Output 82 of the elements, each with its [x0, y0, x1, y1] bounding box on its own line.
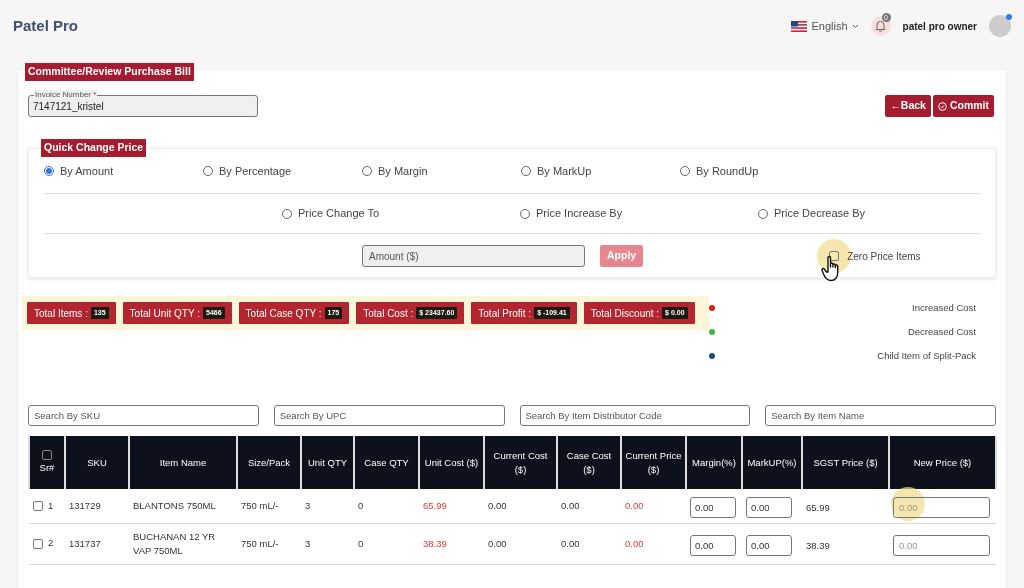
legend-label: Increased Cost [912, 300, 976, 315]
table-cell-text: BUCHANAN 12 YR VAP 750ML [133, 529, 217, 558]
method-option[interactable]: By MarkUp [521, 162, 680, 180]
row-checkbox[interactable] [33, 538, 43, 549]
table-cell-text: 0.00 [625, 536, 645, 551]
invoice-number-label: Invoice Number * [34, 90, 98, 99]
search-field[interactable]: Search By SKU [28, 405, 259, 426]
table-cell: 65.99 [806, 501, 830, 513]
row-number: 1 [48, 498, 54, 513]
legend-label: Child Item of Split-Pack [877, 348, 976, 363]
table-cell-text: 131729 [69, 498, 102, 513]
new-price-field[interactable]: 0.00 [893, 496, 990, 518]
markup-field[interactable]: 0.00 [746, 496, 792, 518]
table-cell-text: 0 [358, 498, 365, 513]
table-cell-text: 131737 [69, 536, 102, 551]
select-all-checkbox[interactable] [42, 450, 52, 460]
table-cell-text: 3 [305, 536, 312, 551]
column-header: Case Cost ($) [557, 436, 621, 489]
method-option[interactable]: By Percentage [203, 162, 362, 180]
table-cell-text: 0 [358, 536, 365, 551]
table-cell-text: BLANTONS 750ML [133, 498, 217, 513]
column-header: Margin(%) [686, 436, 742, 489]
column-header: Unit QTY [301, 436, 354, 489]
table-cell-text: 0.00 [561, 498, 581, 513]
table-cell-text: 0.00 [488, 536, 508, 551]
total-label: Total Cost : [363, 306, 414, 321]
table-cell-text: 750 mL/- [241, 536, 280, 551]
bell-icon [875, 20, 887, 32]
check-circle-icon [937, 101, 947, 111]
table-cell-text: 0.00 [488, 498, 508, 513]
search-field[interactable]: Search By Item Name [765, 405, 996, 426]
column-header: Unit Cost ($) [419, 436, 484, 489]
new-price-field[interactable]: 0.00 [893, 534, 990, 556]
search-field[interactable]: Search By Item Distributor Code [519, 405, 751, 426]
total-label: Total Discount : [590, 306, 660, 321]
total-label: Total Case QTY : [245, 306, 322, 321]
markup-field[interactable]: 0.00 [746, 534, 792, 556]
zero-price-label: Zero Price Items [847, 249, 921, 264]
method-option[interactable]: By RoundUp [680, 162, 839, 180]
column-header: Sr# [29, 436, 65, 489]
column-header: Item Name [129, 436, 237, 489]
table-cell-text: 3 [305, 498, 312, 513]
legend-label: Decreased Cost [907, 324, 976, 339]
row-checkbox[interactable] [33, 500, 43, 511]
column-header: Case QTY [354, 436, 419, 489]
column-header: SKU [65, 436, 129, 489]
language-selector[interactable]: English [791, 17, 859, 35]
column-header: SGST Price ($) [802, 436, 889, 489]
column-header: Size/Pack [237, 436, 301, 489]
chevron-down-icon [851, 23, 859, 29]
commit-button[interactable]: Commit [932, 95, 994, 117]
row-number: 2 [48, 536, 54, 551]
quick-change-title: Quick Change Price [41, 139, 147, 157]
back-button[interactable]: ←Back [885, 95, 931, 117]
page-title: Committee/Review Purchase Bill [25, 63, 194, 81]
method-option[interactable]: By Amount [44, 162, 203, 180]
total-label: Total Items : [34, 306, 88, 321]
margin-field[interactable]: 0.00 [690, 534, 736, 556]
column-header: Current Cost ($) [484, 436, 557, 489]
action-option[interactable]: Price Change To [282, 205, 520, 222]
action-option[interactable]: Price Decrease By [758, 205, 958, 222]
method-option[interactable]: By Margin [362, 162, 521, 180]
column-header: Current Price ($) [621, 436, 686, 489]
table-cell-text: 0.00 [561, 536, 581, 551]
total-label: Total Unit QTY : [129, 306, 200, 321]
invoice-number-value: 7147121_kristel [33, 99, 104, 114]
total-label: Total Profit : [478, 306, 532, 321]
amount-field[interactable]: Amount ($) [362, 245, 585, 267]
table-cell-text: 65.99 [423, 498, 448, 513]
radio-button[interactable] [44, 166, 54, 176]
table-cell-text: 38.39 [423, 536, 448, 551]
margin-field[interactable]: 0.00 [690, 496, 736, 518]
table-cell: 38.39 [806, 539, 830, 551]
app-title: Patel Pro [13, 15, 79, 36]
us-flag-icon [791, 20, 808, 32]
table-cell-text: 0.00 [625, 498, 645, 513]
user-avatar[interactable] [989, 15, 1011, 37]
search-field[interactable]: Search By UPC [273, 405, 505, 426]
table-cell-text: 750 mL/- [241, 498, 280, 513]
user-name: patel pro owner [902, 19, 977, 34]
action-option[interactable]: Price Increase By [520, 205, 758, 222]
column-header: MarkUP(%) [742, 436, 802, 489]
